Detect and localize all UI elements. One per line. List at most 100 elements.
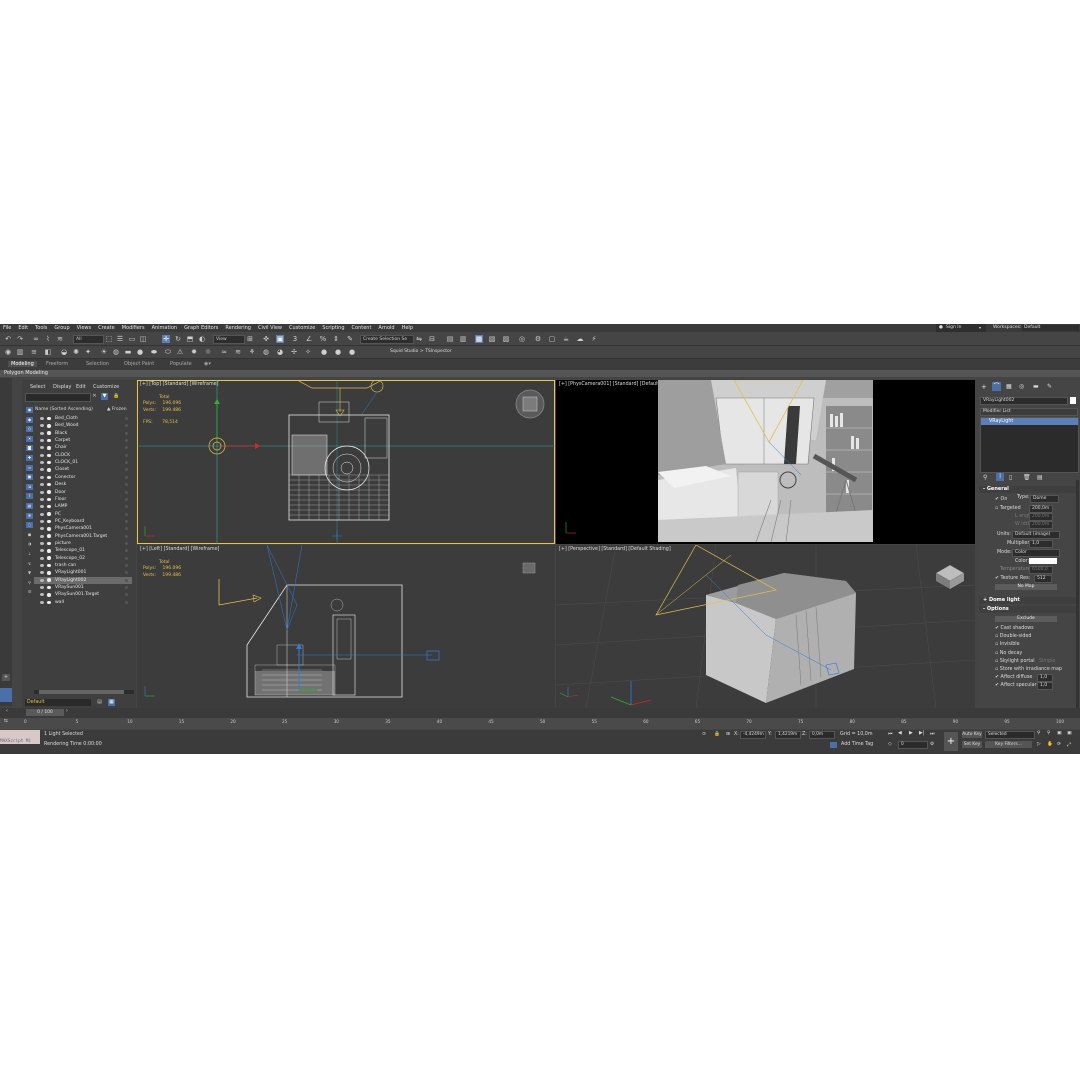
- menu-modifiers[interactable]: Modifiers: [122, 324, 145, 332]
- visibility-icon[interactable]: [40, 497, 44, 501]
- render-icon[interactable]: [47, 468, 51, 472]
- render-icon[interactable]: [47, 549, 51, 553]
- visibility-icon[interactable]: [40, 600, 44, 604]
- open-mini-curve-editor-icon[interactable]: ⇆: [4, 719, 8, 724]
- set-key-button[interactable]: Set Key: [962, 741, 982, 748]
- option-checkbox[interactable]: ▫ Skylight portal: [995, 659, 1035, 664]
- create-panel-icon[interactable]: +: [981, 383, 987, 391]
- render-icon[interactable]: [47, 453, 51, 458]
- show-end-result-icon[interactable]: |: [996, 473, 1004, 481]
- visibility-icon[interactable]: [40, 571, 44, 575]
- visibility-icon[interactable]: [40, 424, 44, 428]
- select-scale-icon[interactable]: ⬒: [186, 335, 194, 343]
- display-shapes-icon[interactable]: ◇: [26, 426, 33, 433]
- list-item[interactable]: PhysCamera001.Target: [34, 533, 132, 540]
- render-icon[interactable]: [47, 541, 51, 546]
- sort-icon[interactable]: ☰: [26, 589, 33, 595]
- selection-lock-icon[interactable]: 🔒: [714, 732, 720, 737]
- viewport-layout-tab[interactable]: [0, 688, 12, 702]
- affect-diffuse-field[interactable]: 1,0: [1037, 674, 1053, 683]
- rectangular-selection-icon[interactable]: ▭: [128, 335, 136, 343]
- zoom-extents-all-icon[interactable]: ▣: [1067, 731, 1072, 736]
- render-icon[interactable]: [47, 519, 51, 524]
- sun-orb-icon[interactable]: ☼: [204, 348, 212, 356]
- material-editor-icon[interactable]: ◎: [518, 335, 526, 343]
- unlink-icon[interactable]: ⌇: [44, 335, 52, 343]
- freeze-icon[interactable]: [125, 483, 128, 487]
- render-icon[interactable]: [47, 578, 51, 582]
- z-coordinate-field[interactable]: 0,0m: [809, 731, 835, 739]
- visibility-icon[interactable]: [40, 431, 44, 435]
- display-spacewarps-icon[interactable]: ≈: [26, 464, 33, 471]
- find-icon[interactable]: ⚲: [26, 580, 33, 586]
- freeze-icon[interactable]: [125, 446, 128, 450]
- render-icon[interactable]: [47, 512, 51, 516]
- render-icon[interactable]: [47, 446, 51, 450]
- explorer-search-input[interactable]: [25, 393, 91, 402]
- exclude-button[interactable]: Exclude: [995, 616, 1057, 622]
- menu-civil-view[interactable]: Civil View: [258, 324, 282, 332]
- select-by-name-icon[interactable]: ☰: [116, 335, 124, 343]
- time-configuration-icon[interactable]: ⚙: [930, 742, 934, 747]
- modifier-stack-item[interactable]: VRayLight: [981, 418, 1078, 425]
- visibility-icon[interactable]: [40, 505, 44, 509]
- select-move-icon[interactable]: ✛: [162, 335, 170, 343]
- option-checkbox[interactable]: ▫ No decay: [995, 651, 1022, 656]
- freeze-icon[interactable]: [125, 424, 128, 428]
- menu-content[interactable]: Content: [352, 324, 372, 332]
- time-slider-handle[interactable]: 0 / 100: [26, 709, 64, 716]
- bind-space-warp-icon[interactable]: ≋: [56, 335, 64, 343]
- visibility-icon[interactable]: [40, 593, 44, 597]
- mode-dropdown[interactable]: Color: [1012, 549, 1060, 557]
- scene-explorer-icon[interactable]: ▤: [446, 335, 454, 343]
- menu-tools[interactable]: Tools: [35, 324, 47, 332]
- ribbon-tab-freeform[interactable]: Freeform: [46, 361, 68, 367]
- render-icon[interactable]: [47, 460, 51, 465]
- render-icon[interactable]: [47, 431, 51, 435]
- layer-dropdown[interactable]: Default: [25, 699, 91, 706]
- pan-view-icon[interactable]: ✋: [1047, 742, 1053, 747]
- targeted-distance-field[interactable]: 200,0m: [1029, 505, 1053, 513]
- object-properties-icon[interactable]: ✢: [290, 348, 298, 356]
- render-in-cloud-icon[interactable]: ☁: [576, 335, 584, 343]
- viewport-camera[interactable]: [+] [PhysCamera001] [Standard] [Default …: [556, 380, 975, 544]
- display-all-icon[interactable]: ◼: [26, 532, 33, 538]
- display-influences-icon[interactable]: ↯: [26, 561, 33, 567]
- angle-snap-icon[interactable]: ∠: [305, 335, 313, 343]
- dome-light-rollout-header[interactable]: + Dome light: [979, 597, 1079, 604]
- ies-light-icon[interactable]: ✺: [72, 348, 80, 356]
- plane-icon[interactable]: ▬: [124, 348, 132, 356]
- selection-filter-dropdown[interactable]: All: [73, 335, 104, 344]
- align-icon[interactable]: ⊟: [428, 335, 436, 343]
- freeze-icon[interactable]: [125, 461, 128, 465]
- res-field[interactable]: 512: [1034, 575, 1052, 583]
- menu-views[interactable]: Views: [77, 324, 91, 332]
- render-icon[interactable]: [47, 416, 51, 421]
- set-key-large-icon[interactable]: +: [944, 732, 958, 751]
- blue-sphere-icon[interactable]: ●: [320, 348, 328, 356]
- vray-frame-buffer-icon[interactable]: ▥: [16, 348, 24, 356]
- freeze-icon[interactable]: [125, 512, 128, 516]
- add-icon[interactable]: +: [2, 674, 10, 681]
- targeted-checkbox[interactable]: ▫ Targeted: [995, 506, 1021, 511]
- globe-icon[interactable]: ◍: [262, 348, 270, 356]
- visibility-icon[interactable]: [40, 453, 44, 457]
- list-item[interactable]: VRayLight001: [34, 569, 132, 576]
- light-star-icon[interactable]: ✹: [190, 348, 198, 356]
- ribbon-tab-object-paint[interactable]: Object Paint: [124, 361, 154, 367]
- visibility-icon[interactable]: [40, 556, 44, 560]
- visibility-icon[interactable]: [40, 475, 44, 479]
- visibility-icon[interactable]: [40, 490, 44, 494]
- list-item[interactable]: Black: [34, 430, 132, 437]
- freeze-icon[interactable]: [125, 468, 128, 472]
- menu-group[interactable]: Group: [54, 324, 69, 332]
- render-icon[interactable]: [47, 482, 51, 487]
- option-checkbox[interactable]: ▫ Double-sided: [995, 634, 1031, 639]
- display-containers-icon[interactable]: ▤: [26, 503, 33, 509]
- clipper-icon[interactable]: ⚘: [248, 348, 256, 356]
- render-icon[interactable]: [47, 534, 51, 538]
- freeze-icon[interactable]: [125, 453, 128, 457]
- sky-icon[interactable]: ◍: [112, 348, 120, 356]
- display-none-icon[interactable]: ◉: [26, 407, 33, 413]
- explorer-tab-edit[interactable]: Edit: [76, 384, 86, 390]
